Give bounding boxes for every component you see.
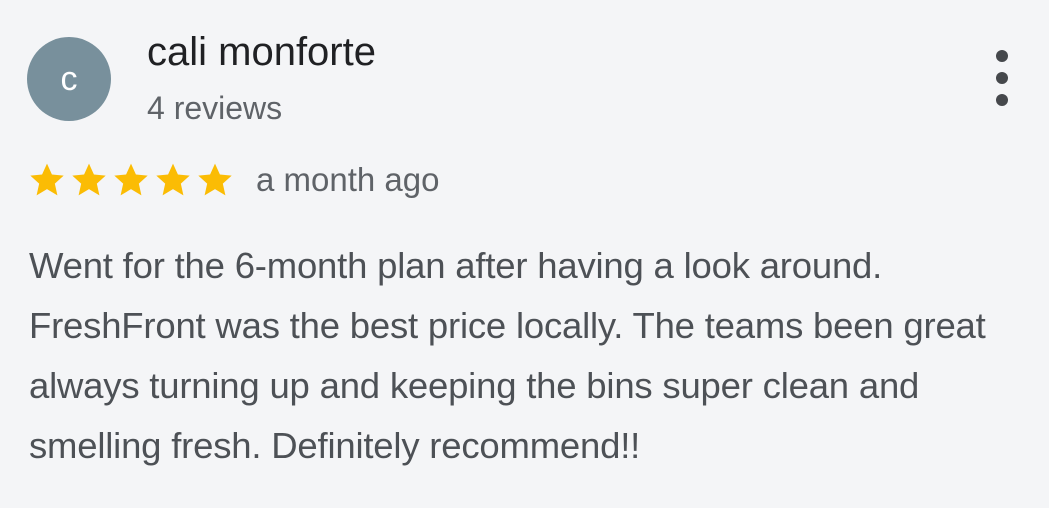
star-icon [198,163,232,196]
star-icon [72,163,106,196]
avatar-initial: c [60,59,78,98]
more-vert-icon-dot [996,94,1008,106]
star-icon [156,163,190,196]
avatar[interactable]: c [27,37,111,121]
review-count[interactable]: 4 reviews [147,88,282,128]
review-text: Went for the 6-month plan after having a… [29,245,986,466]
review-card: c cali monforte 4 reviews a month ago We… [0,0,1049,508]
more-options-button[interactable] [980,50,1024,106]
star-rating [27,160,235,200]
star-icon [30,163,64,196]
more-vert-icon-dot [996,72,1008,84]
star-icon [114,163,148,196]
author-name[interactable]: cali monforte [147,28,376,76]
more-vert-icon [996,50,1008,62]
review-timestamp: a month ago [256,161,440,198]
